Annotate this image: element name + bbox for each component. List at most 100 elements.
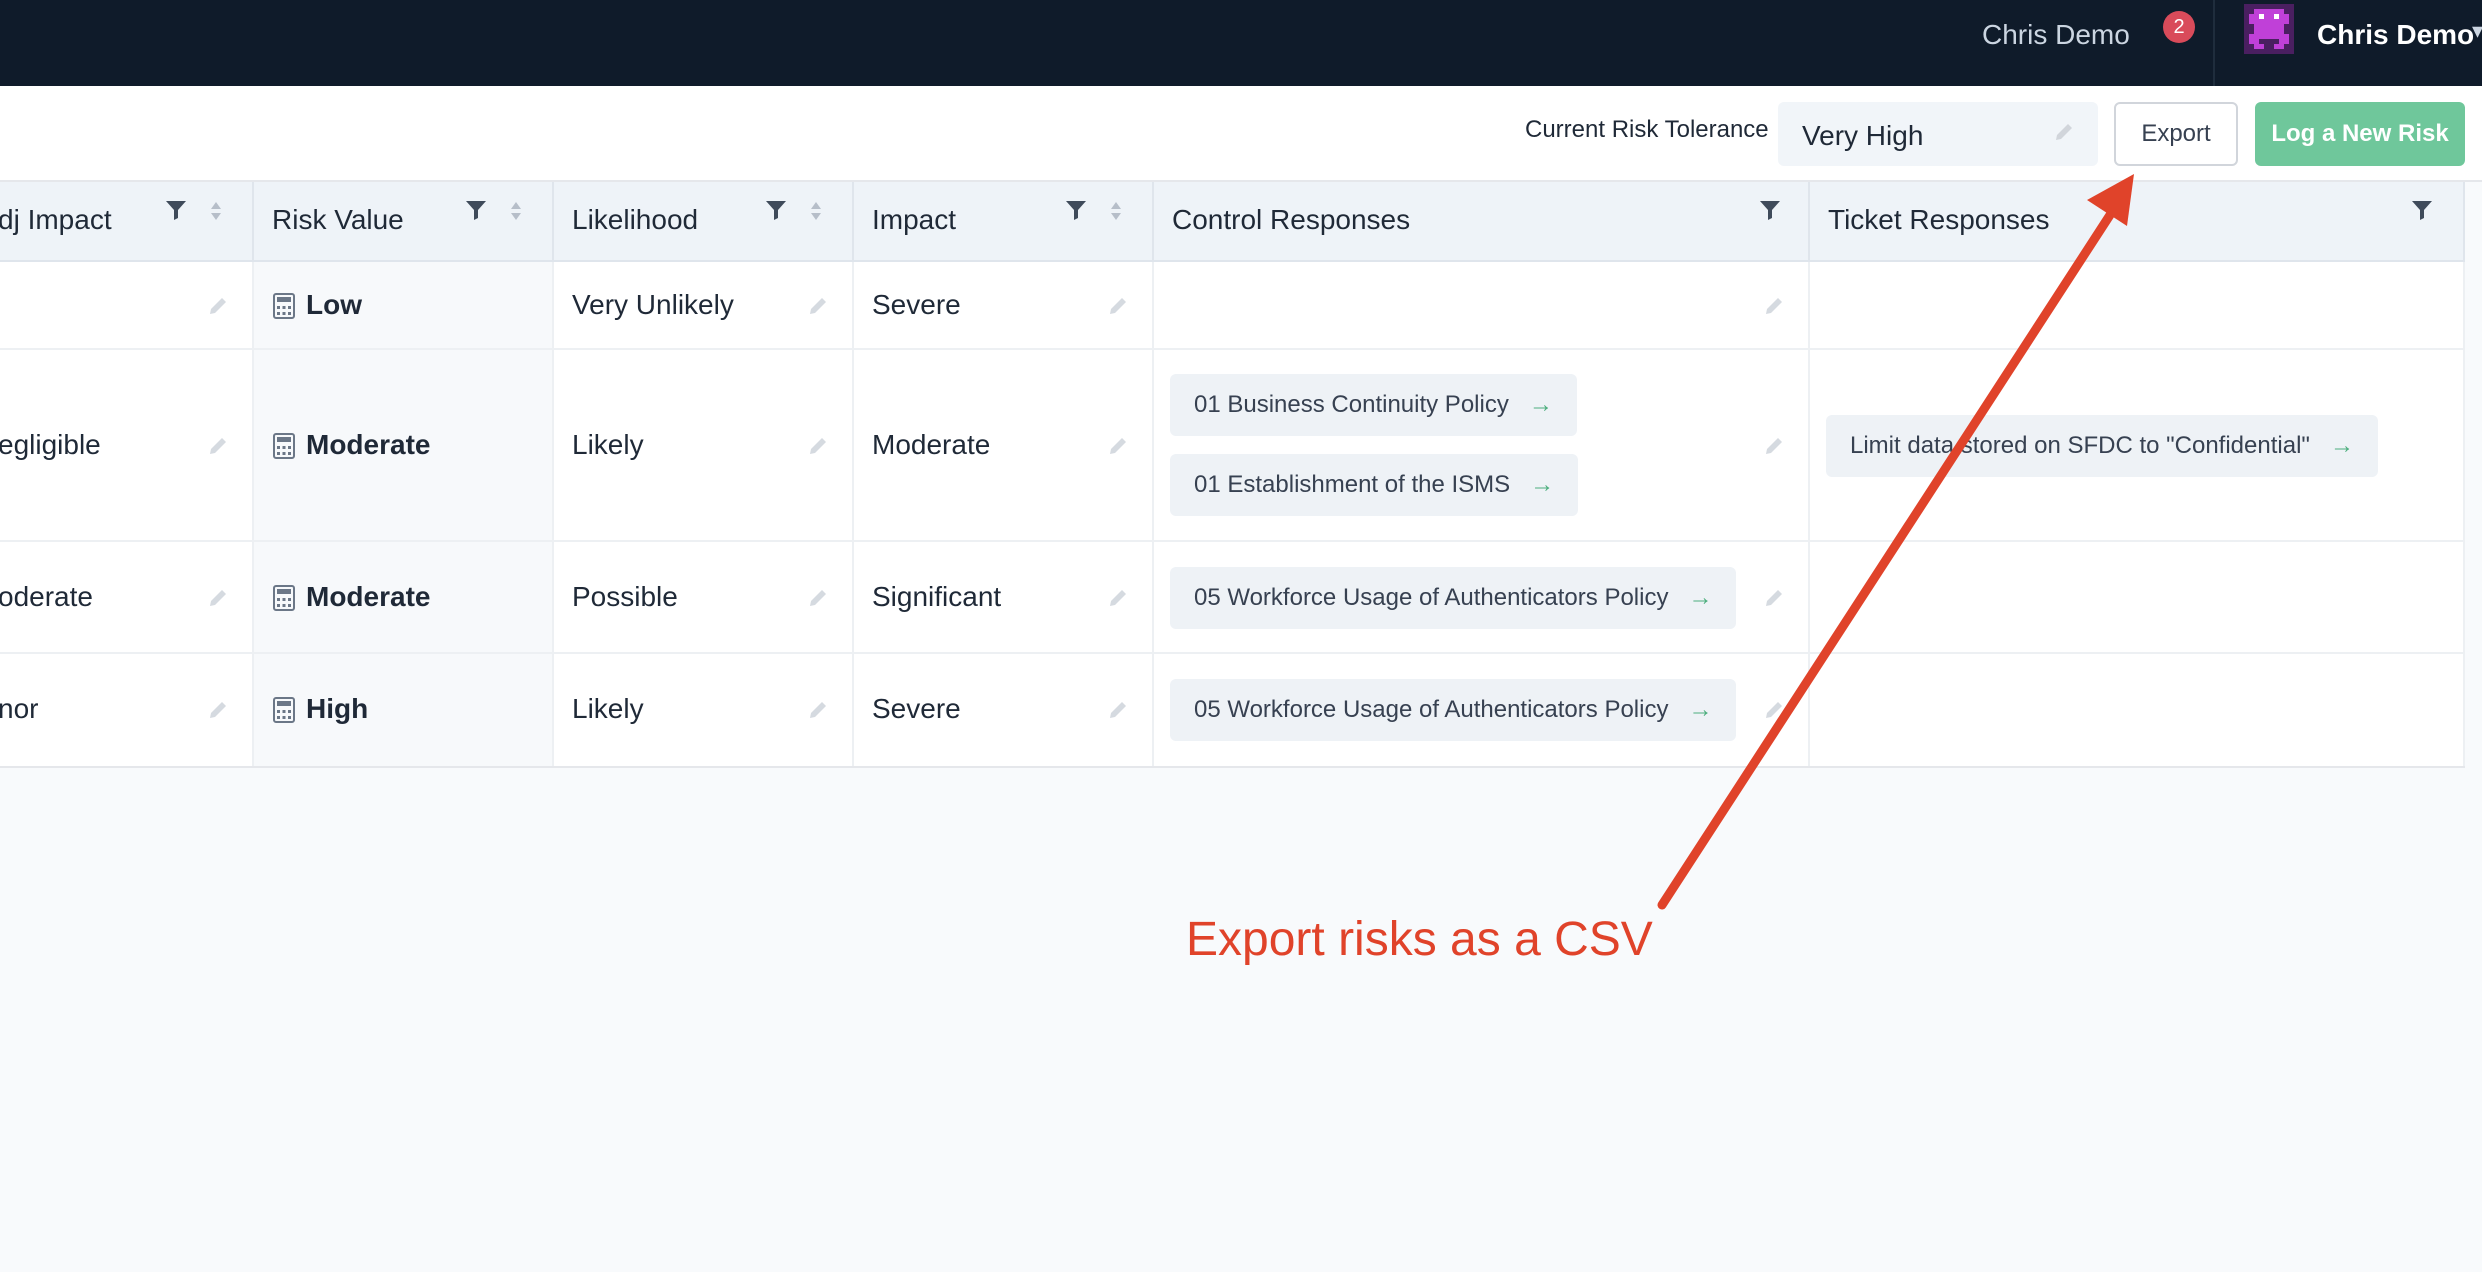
- account-menu-name[interactable]: Chris Demo: [2317, 10, 2474, 60]
- risk-toolbar: Current Risk Tolerance Very High Export …: [0, 86, 2482, 182]
- control-link-pill[interactable]: 05 Workforce Usage of Authenticators Pol…: [1170, 567, 1737, 629]
- column-header-adj-impact[interactable]: dj Impact: [0, 182, 254, 262]
- pencil-icon[interactable]: [1106, 434, 1130, 463]
- risk-value-text: Moderate: [306, 429, 431, 460]
- pencil-icon[interactable]: [806, 698, 830, 727]
- control-link-pill[interactable]: 01 Business Continuity Policy →: [1170, 374, 1577, 436]
- calculator-icon: [272, 432, 296, 465]
- pencil-icon[interactable]: [1762, 434, 1786, 463]
- calculator-icon: [272, 292, 296, 325]
- table-row[interactable]: nor High Likely Severe 05 Workforce Usag…: [0, 654, 2465, 766]
- cell-impact[interactable]: Moderate: [854, 350, 1154, 540]
- filter-icon[interactable]: [764, 198, 788, 227]
- column-header-risk-value[interactable]: Risk Value: [254, 182, 554, 262]
- pencil-icon[interactable]: [806, 294, 830, 323]
- control-link-pill[interactable]: 05 Workforce Usage of Authenticators Pol…: [1170, 679, 1737, 741]
- risk-tolerance-value: Very High: [1802, 120, 1924, 151]
- notification-badge[interactable]: 2: [2163, 11, 2195, 43]
- cell-ticket-responses[interactable]: [1810, 262, 2465, 348]
- filter-icon[interactable]: [1758, 198, 1782, 227]
- cell-adj-impact[interactable]: oderate: [0, 542, 254, 652]
- column-header-control-responses[interactable]: Control Responses: [1154, 182, 1810, 262]
- cell-value: Severe: [872, 289, 961, 320]
- table-row[interactable]: egligible Moderate Likely Moderate 01 Bu…: [0, 350, 2465, 542]
- cell-ticket-responses[interactable]: Limit data stored on SFDC to "Confidenti…: [1810, 350, 2465, 540]
- pencil-icon[interactable]: [1106, 294, 1130, 323]
- table-row[interactable]: oderate Moderate Possible Significant 05…: [0, 542, 2465, 654]
- sort-icon[interactable]: [208, 200, 224, 227]
- control-link-label: 01 Business Continuity Policy: [1194, 391, 1509, 418]
- filter-icon[interactable]: [2410, 198, 2434, 227]
- cell-risk-value[interactable]: Low: [254, 262, 554, 348]
- cell-value: Moderate: [872, 429, 991, 460]
- column-label: Risk Value: [272, 204, 404, 235]
- filter-icon[interactable]: [464, 198, 488, 227]
- column-header-impact[interactable]: Impact: [854, 182, 1154, 262]
- arrow-right-icon: →: [1528, 391, 1553, 418]
- pencil-icon[interactable]: [206, 586, 230, 615]
- pencil-icon[interactable]: [806, 586, 830, 615]
- pencil-icon[interactable]: [206, 294, 230, 323]
- pencil-icon[interactable]: [1762, 294, 1786, 323]
- ticket-link-pill[interactable]: Limit data stored on SFDC to "Confidenti…: [1826, 415, 2378, 477]
- control-link-label: 01 Establishment of the ISMS: [1194, 471, 1511, 498]
- sort-icon[interactable]: [508, 200, 524, 227]
- cell-risk-value[interactable]: Moderate: [254, 542, 554, 652]
- cell-value: Possible: [572, 581, 678, 612]
- cell-likelihood[interactable]: Possible: [554, 542, 854, 652]
- column-header-likelihood[interactable]: Likelihood: [554, 182, 854, 262]
- cell-likelihood[interactable]: Likely: [554, 350, 854, 540]
- cell-impact[interactable]: Significant: [854, 542, 1154, 652]
- cell-likelihood[interactable]: Very Unlikely: [554, 262, 854, 348]
- table-row[interactable]: Low Very Unlikely Severe: [0, 262, 2465, 350]
- cell-impact[interactable]: Severe: [854, 262, 1154, 348]
- cell-value: oderate: [0, 581, 93, 612]
- cell-control-responses[interactable]: 01 Business Continuity Policy → 01 Establ…: [1154, 350, 1810, 540]
- sort-icon[interactable]: [1108, 200, 1124, 227]
- cell-value: Severe: [872, 693, 961, 724]
- cell-control-responses[interactable]: 05 Workforce Usage of Authenticators Pol…: [1154, 654, 1810, 766]
- pencil-icon[interactable]: [1106, 586, 1130, 615]
- pencil-icon[interactable]: [1106, 698, 1130, 727]
- cell-impact[interactable]: Severe: [854, 654, 1154, 766]
- cell-risk-value[interactable]: Moderate: [254, 350, 554, 540]
- risk-tolerance-select[interactable]: Very High: [1778, 102, 2098, 166]
- user-switch-link[interactable]: Chris Demo: [1982, 10, 2130, 60]
- arrow-right-icon: →: [1688, 696, 1713, 723]
- cell-ticket-responses[interactable]: [1810, 654, 2465, 766]
- control-link-label: 05 Workforce Usage of Authenticators Pol…: [1194, 584, 1669, 611]
- risk-value-text: High: [306, 693, 369, 724]
- sort-icon[interactable]: [808, 200, 824, 227]
- cell-likelihood[interactable]: Likely: [554, 654, 854, 766]
- pencil-icon[interactable]: [206, 434, 230, 463]
- cell-value: Significant: [872, 581, 1002, 612]
- pencil-icon[interactable]: [806, 434, 830, 463]
- pixel-avatar-icon: [2244, 4, 2294, 54]
- control-link-pill[interactable]: 01 Establishment of the ISMS →: [1170, 454, 1579, 516]
- arrow-right-icon: →: [1688, 584, 1713, 611]
- cell-value: Likely: [572, 693, 644, 724]
- table-header: dj Impact Risk Value Likelihood Impact C…: [0, 182, 2465, 262]
- avatar[interactable]: [2244, 4, 2294, 54]
- log-new-risk-button[interactable]: Log a New Risk: [2255, 102, 2465, 166]
- cell-control-responses[interactable]: 05 Workforce Usage of Authenticators Pol…: [1154, 542, 1810, 652]
- cell-ticket-responses[interactable]: [1810, 542, 2465, 652]
- cell-risk-value[interactable]: High: [254, 654, 554, 766]
- pencil-icon[interactable]: [1762, 698, 1786, 727]
- arrow-right-icon: →: [2329, 432, 2354, 459]
- filter-icon[interactable]: [1064, 198, 1088, 227]
- pencil-icon[interactable]: [2052, 120, 2076, 149]
- chevron-down-icon[interactable]: ▾: [2472, 18, 2482, 44]
- cell-control-responses[interactable]: [1154, 262, 1810, 348]
- cell-adj-impact[interactable]: egligible: [0, 350, 254, 540]
- nav-divider: [2213, 0, 2215, 86]
- filter-icon[interactable]: [164, 198, 188, 227]
- pencil-icon[interactable]: [206, 698, 230, 727]
- cell-adj-impact[interactable]: nor: [0, 654, 254, 766]
- column-header-ticket-responses[interactable]: Ticket Responses: [1810, 182, 2465, 262]
- cell-adj-impact[interactable]: [0, 262, 254, 348]
- pencil-icon[interactable]: [1762, 586, 1786, 615]
- risk-table: dj Impact Risk Value Likelihood Impact C…: [0, 182, 2465, 768]
- table-body: Low Very Unlikely Severe egligible Moder…: [0, 262, 2465, 766]
- export-button[interactable]: Export: [2114, 102, 2238, 166]
